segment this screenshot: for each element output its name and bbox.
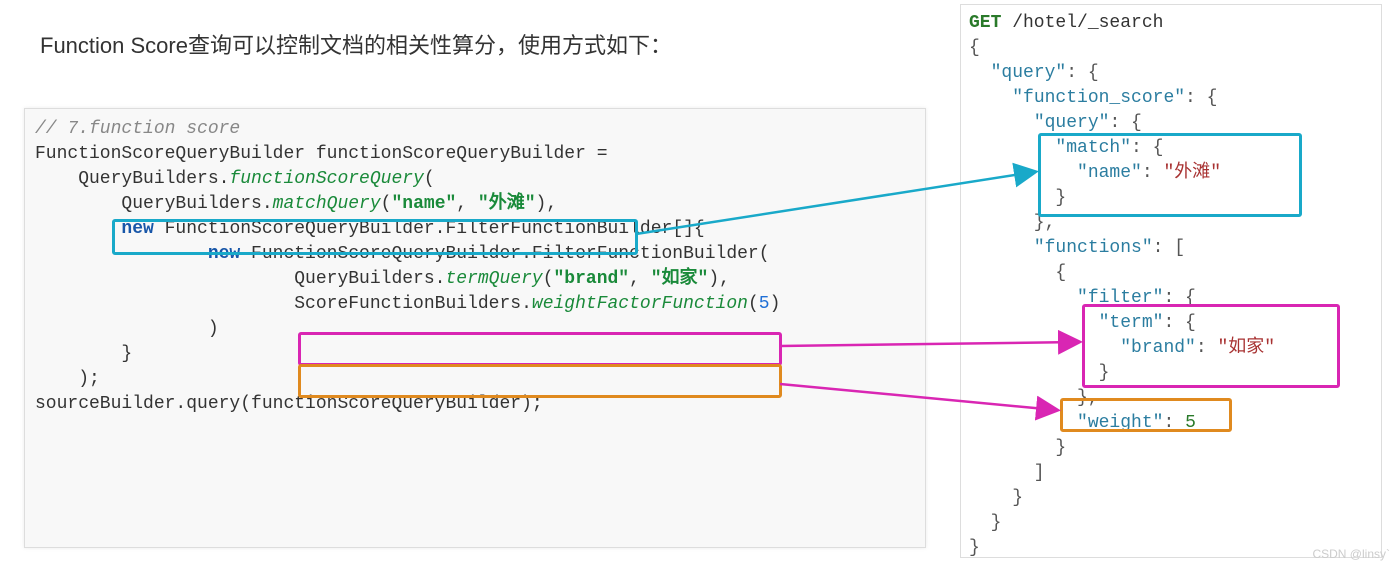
keyword-new: new	[121, 219, 153, 239]
paren: (	[381, 194, 392, 214]
code-comment: // 7.function score	[35, 119, 240, 139]
code-line: FunctionScoreQueryBuilder functionScoreQ…	[35, 144, 608, 164]
colon: :	[1142, 163, 1164, 183]
code-text	[35, 244, 208, 264]
comma: ,	[629, 269, 651, 289]
json-key: "query"	[1034, 113, 1110, 133]
string-literal: "brand"	[554, 269, 630, 289]
colon-brace: : {	[1163, 288, 1195, 308]
code-line: )	[35, 319, 219, 339]
json-key: "query"	[991, 63, 1067, 83]
keyword-new: new	[208, 244, 240, 264]
json-key: "filter"	[1077, 288, 1163, 308]
paren: ),	[536, 194, 558, 214]
brace: },	[969, 213, 1055, 233]
code-text: ScoreFunctionBuilders.	[35, 294, 532, 314]
method-call: functionScoreQuery	[229, 169, 423, 189]
brace: {	[969, 263, 1066, 283]
http-path: /hotel/_search	[1001, 13, 1163, 33]
java-code-block: // 7.function score FunctionScoreQueryBu…	[24, 108, 926, 548]
method-call: matchQuery	[273, 194, 381, 214]
json-number: 5	[1185, 413, 1196, 433]
colon-brace: : {	[1066, 63, 1098, 83]
indent	[969, 88, 1012, 108]
code-text: FunctionScoreQueryBuilder.FilterFunction…	[240, 244, 769, 264]
method-call: weightFactorFunction	[532, 294, 748, 314]
page-title: Function Score查询可以控制文档的相关性算分，使用方式如下：	[40, 28, 672, 60]
colon-bracket: : [	[1153, 238, 1185, 258]
code-text: QueryBuilders.	[35, 269, 445, 289]
indent	[969, 63, 991, 83]
indent	[969, 413, 1077, 433]
json-key: "term"	[1099, 313, 1164, 333]
http-method: GET	[969, 13, 1001, 33]
string-literal: "name"	[391, 194, 456, 214]
indent	[969, 288, 1077, 308]
paren: (	[543, 269, 554, 289]
json-key: "functions"	[1034, 238, 1153, 258]
indent	[969, 138, 1055, 158]
colon: :	[1196, 338, 1218, 358]
json-key: "match"	[1055, 138, 1131, 158]
method-call: termQuery	[445, 269, 542, 289]
colon: :	[1163, 413, 1185, 433]
string-literal: "外滩"	[478, 194, 536, 214]
json-string: "外滩"	[1163, 163, 1221, 183]
json-key: "function_score"	[1012, 88, 1185, 108]
brace: }	[969, 488, 1023, 508]
colon-brace: : {	[1185, 88, 1217, 108]
json-key: "name"	[1077, 163, 1142, 183]
json-key: "weight"	[1077, 413, 1163, 433]
indent	[969, 163, 1077, 183]
code-text	[35, 219, 121, 239]
brace: }	[969, 538, 980, 558]
paren: )	[770, 294, 781, 314]
watermark: CSDN @linsy`	[1312, 547, 1390, 561]
brace: }	[969, 188, 1066, 208]
json-key: "brand"	[1120, 338, 1196, 358]
brace: }	[969, 438, 1066, 458]
comma: ,	[456, 194, 478, 214]
json-string: "如家"	[1217, 338, 1275, 358]
code-text: QueryBuilders.	[35, 194, 273, 214]
indent	[969, 338, 1120, 358]
page: Function Score查询可以控制文档的相关性算分，使用方式如下： // …	[0, 0, 1396, 563]
code-line: );	[35, 369, 100, 389]
paren: ),	[708, 269, 730, 289]
string-literal: "如家"	[651, 269, 709, 289]
brace: {	[969, 38, 980, 58]
paren: (	[748, 294, 759, 314]
code-line: sourceBuilder.query(functionScoreQueryBu…	[35, 394, 543, 414]
indent	[969, 313, 1099, 333]
colon-brace: : {	[1131, 138, 1163, 158]
colon-brace: : {	[1163, 313, 1195, 333]
colon-brace: : {	[1109, 113, 1141, 133]
json-code-block: GET /hotel/_search { "query": { "functio…	[960, 4, 1382, 558]
number-literal: 5	[759, 294, 770, 314]
code-text: (	[424, 169, 435, 189]
code-line: }	[35, 344, 132, 364]
brace: }	[969, 513, 1001, 533]
brace: },	[969, 388, 1099, 408]
code-text: FunctionScoreQueryBuilder.FilterFunction…	[154, 219, 705, 239]
indent	[969, 113, 1034, 133]
java-code: // 7.function score FunctionScoreQueryBu…	[25, 109, 925, 425]
bracket: ]	[969, 463, 1045, 483]
json-code: GET /hotel/_search { "query": { "functio…	[961, 5, 1381, 567]
code-text: QueryBuilders.	[35, 169, 229, 189]
brace: }	[969, 363, 1109, 383]
indent	[969, 238, 1034, 258]
